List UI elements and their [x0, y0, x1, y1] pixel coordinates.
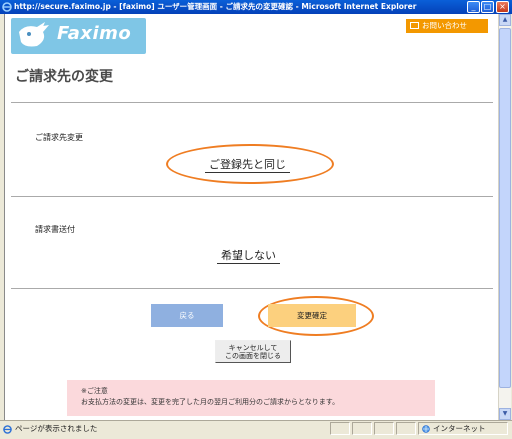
maximize-button[interactable]: □	[481, 1, 494, 13]
billing-label: ご請求先変更	[35, 133, 83, 142]
close-button[interactable]: ×	[496, 1, 509, 13]
contact-label: お問い合わせ	[422, 21, 467, 30]
page-content: Faximo お問い合わせ ご請求先の変更 ご請求先変更 ご登録先と同じ 請求書…	[4, 14, 499, 420]
zone-text: インターネット	[433, 424, 486, 433]
mascot-icon	[19, 22, 49, 47]
billing-value: ご登録先と同じ	[205, 156, 290, 173]
back-button[interactable]: 戻る	[151, 304, 223, 327]
page-title: ご請求先の変更	[15, 69, 113, 85]
window-title: http://secure.faximo.jp - [faximo] ユーザー管…	[14, 2, 417, 11]
status-cell	[330, 422, 350, 435]
contact-button[interactable]: お問い合わせ	[406, 19, 488, 33]
divider	[11, 196, 493, 197]
logo-text: Faximo	[57, 23, 132, 44]
minimize-button[interactable]: _	[467, 1, 480, 13]
mail-icon	[410, 22, 419, 29]
notice-text: お支払方法の変更は、変更を完了した月の翌月ご利用分のご請求からとなります。	[81, 398, 340, 406]
cancel-line-2: この画面を閉じる	[225, 352, 281, 360]
scroll-up-arrow-icon[interactable]: ▲	[499, 14, 511, 26]
ie-icon	[2, 2, 12, 12]
page-icon	[3, 424, 12, 434]
scroll-thumb[interactable]	[499, 28, 511, 388]
status-bar: ページが表示されました インターネット	[0, 420, 512, 436]
status-text: ページが表示されました	[15, 424, 98, 433]
status-cell	[374, 422, 394, 435]
notice-box: ※ご注意 お支払方法の変更は、変更を完了した月の翌月ご利用分のご請求からとなりま…	[67, 380, 435, 416]
window-titlebar: http://secure.faximo.jp - [faximo] ユーザー管…	[0, 0, 512, 14]
zone-panel: インターネット	[418, 422, 508, 435]
globe-icon	[422, 425, 430, 433]
status-cell	[352, 422, 372, 435]
vertical-scrollbar[interactable]: ▲ ▼	[498, 14, 511, 420]
cancel-line-1: キャンセルして	[228, 344, 278, 352]
invoice-value: 希望しない	[217, 247, 280, 264]
divider	[11, 288, 493, 289]
confirm-button[interactable]: 変更確定	[268, 304, 356, 327]
scroll-down-arrow-icon[interactable]: ▼	[499, 408, 511, 420]
notice-heading: ※ご注意	[81, 387, 108, 395]
invoice-label: 請求書送付	[35, 225, 75, 234]
faximo-logo[interactable]: Faximo	[11, 18, 146, 54]
divider	[11, 102, 493, 103]
cancel-close-button[interactable]: キャンセルして この画面を閉じる	[215, 340, 291, 363]
status-cell	[396, 422, 416, 435]
